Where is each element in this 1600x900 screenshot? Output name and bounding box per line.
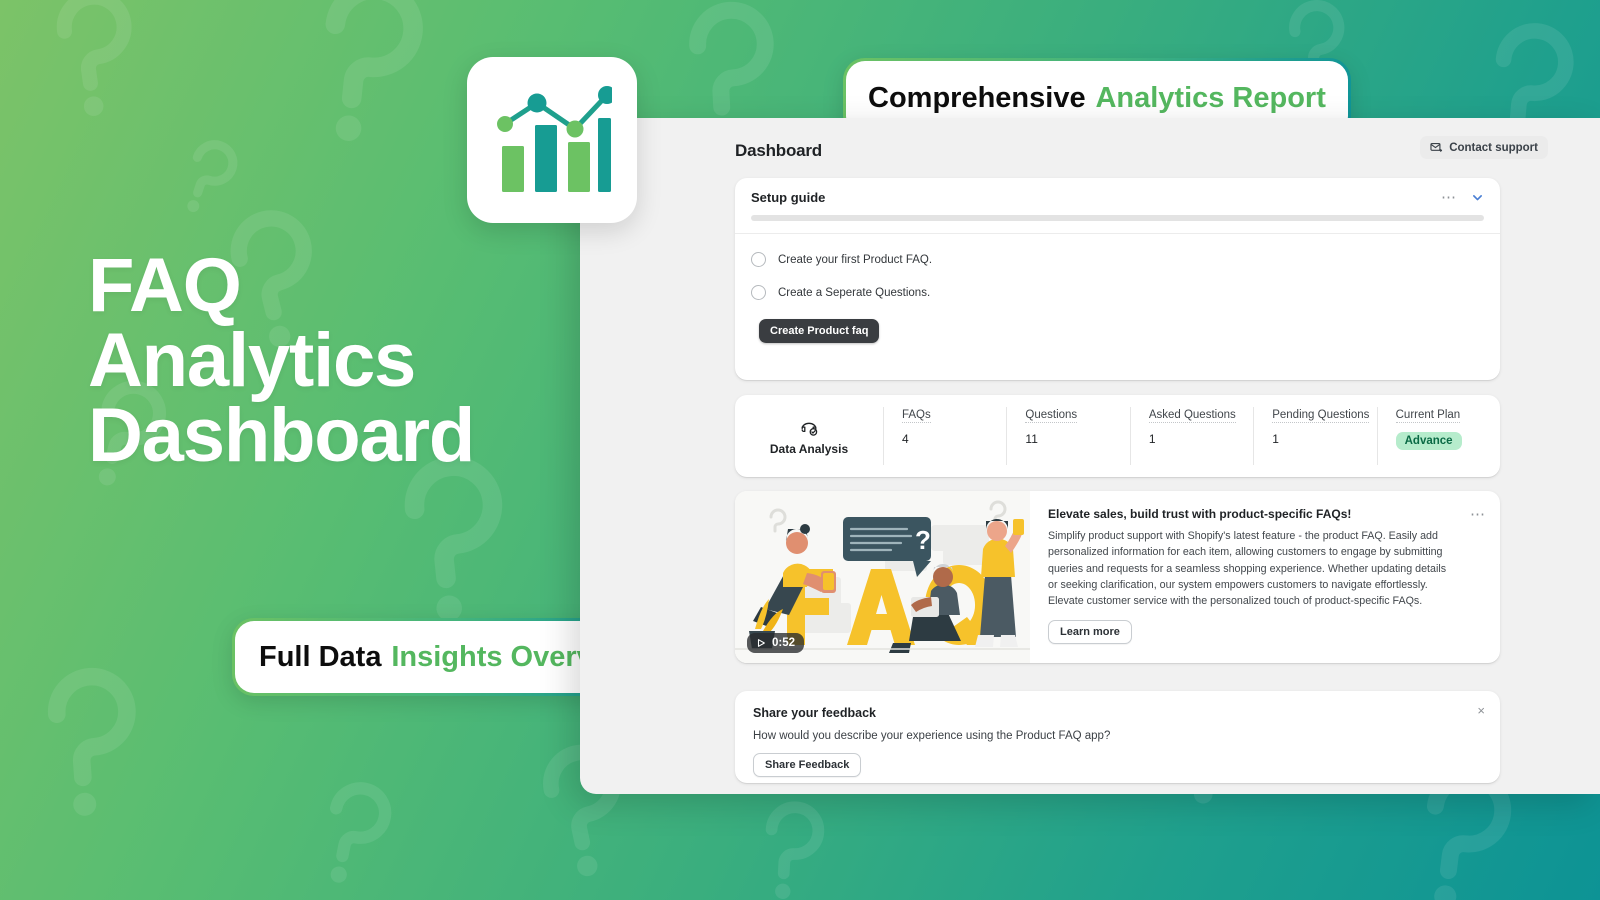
close-icon[interactable]: × bbox=[1477, 704, 1485, 717]
chevron-down-icon[interactable] bbox=[1471, 191, 1484, 204]
setup-task-item[interactable]: Create your first Product FAQ. bbox=[735, 252, 1500, 267]
feedback-question: How would you describe your experience u… bbox=[753, 730, 1111, 742]
stat-value: 11 bbox=[1025, 432, 1038, 446]
setup-task-label: Create your first Product FAQ. bbox=[778, 253, 933, 266]
contact-support-button[interactable]: Contact support bbox=[1420, 136, 1548, 159]
badge-top-dark-text: Comprehensive bbox=[868, 81, 1086, 114]
stat-asked-questions: Asked Questions 1 bbox=[1129, 407, 1253, 465]
stat-label: Current Plan bbox=[1395, 409, 1461, 423]
video-duration-label: 0:52 bbox=[772, 637, 796, 649]
hero-line-1: FAQ bbox=[88, 243, 242, 328]
setup-guide-card: Setup guide ⋯ Create your first Product … bbox=[735, 178, 1500, 380]
feedback-card: × Share your feedback How would you desc… bbox=[735, 691, 1500, 783]
badge-top-green-text: Analytics Report bbox=[1095, 81, 1326, 114]
setup-guide-header: Setup guide ⋯ bbox=[735, 178, 1500, 205]
contact-support-label: Contact support bbox=[1449, 141, 1538, 154]
app-logo bbox=[467, 57, 637, 223]
more-options-icon[interactable]: ⋯ bbox=[1470, 505, 1486, 523]
stat-value: 1 bbox=[1272, 432, 1279, 446]
stat-questions: Questions 11 bbox=[1006, 407, 1129, 465]
learn-more-button[interactable]: Learn more bbox=[1048, 620, 1132, 645]
status-badge: Advance bbox=[1395, 432, 1462, 450]
dashboard-heading: Dashboard bbox=[735, 141, 822, 160]
setup-task-item[interactable]: Create a Seperate Questions. bbox=[735, 285, 1500, 300]
feedback-title: Share your feedback bbox=[753, 706, 876, 720]
share-feedback-button[interactable]: Share Feedback bbox=[753, 753, 862, 777]
divider bbox=[735, 233, 1500, 234]
badge-bottom-dark-text: Full Data bbox=[259, 640, 382, 673]
task-checkbox-icon[interactable] bbox=[751, 285, 766, 300]
stat-faqs: FAQs 4 bbox=[883, 407, 1006, 465]
setup-progress-bar bbox=[751, 215, 1484, 221]
stat-label: Asked Questions bbox=[1148, 409, 1236, 423]
video-duration-chip[interactable]: 0:52 bbox=[747, 633, 805, 653]
hero-line-3: Dashboard bbox=[88, 393, 475, 479]
setup-guide-actions: ⋯ bbox=[1441, 190, 1484, 205]
stat-value: 1 bbox=[1148, 432, 1156, 446]
stat-label: FAQs bbox=[902, 409, 931, 423]
promo-video-thumbnail[interactable]: ? 0:52 bbox=[735, 491, 1030, 663]
data-analysis-label: Data Analysis bbox=[769, 441, 849, 456]
stat-current-plan: Current Plan Advance bbox=[1376, 407, 1500, 465]
task-checkbox-icon[interactable] bbox=[751, 252, 766, 267]
hero-line-2: Analytics bbox=[88, 318, 416, 404]
stats-summary-card: Data Analysis FAQs 4 Questions 11 Asked … bbox=[735, 395, 1500, 477]
svg-text:?: ? bbox=[915, 525, 931, 555]
stat-pending-questions: Pending Questions 1 bbox=[1253, 407, 1376, 465]
create-product-faq-button[interactable]: Create Product faq bbox=[759, 319, 880, 343]
data-analysis-cell: Data Analysis bbox=[735, 407, 883, 465]
promo-description: Simplify product support with Shopify's … bbox=[1048, 530, 1447, 608]
promo-title: Elevate sales, build trust with product-… bbox=[1048, 507, 1352, 521]
data-analysis-icon bbox=[801, 422, 818, 436]
app-content-area: Dashboard Contact support Setup guide ⋯ bbox=[735, 118, 1600, 794]
envelope-plus-icon bbox=[1430, 143, 1443, 152]
promo-card: ? 0:52 ⋯ Elevate sales, build trust with… bbox=[735, 491, 1500, 663]
bar-line-chart-icon bbox=[497, 86, 612, 192]
page-title: FAQ Analytics Dashboard bbox=[88, 243, 475, 479]
stat-label: Pending Questions bbox=[1272, 409, 1370, 423]
stat-label: Questions bbox=[1025, 409, 1078, 423]
setup-task-label: Create a Seperate Questions. bbox=[778, 286, 931, 299]
play-icon bbox=[757, 639, 765, 647]
more-options-icon[interactable]: ⋯ bbox=[1441, 190, 1457, 205]
promo-body: ⋯ Elevate sales, build trust with produc… bbox=[1030, 491, 1500, 663]
setup-guide-title: Setup guide bbox=[751, 190, 826, 205]
app-window: Dashboard Contact support Setup guide ⋯ bbox=[580, 118, 1600, 794]
stat-value: 4 bbox=[902, 432, 909, 446]
